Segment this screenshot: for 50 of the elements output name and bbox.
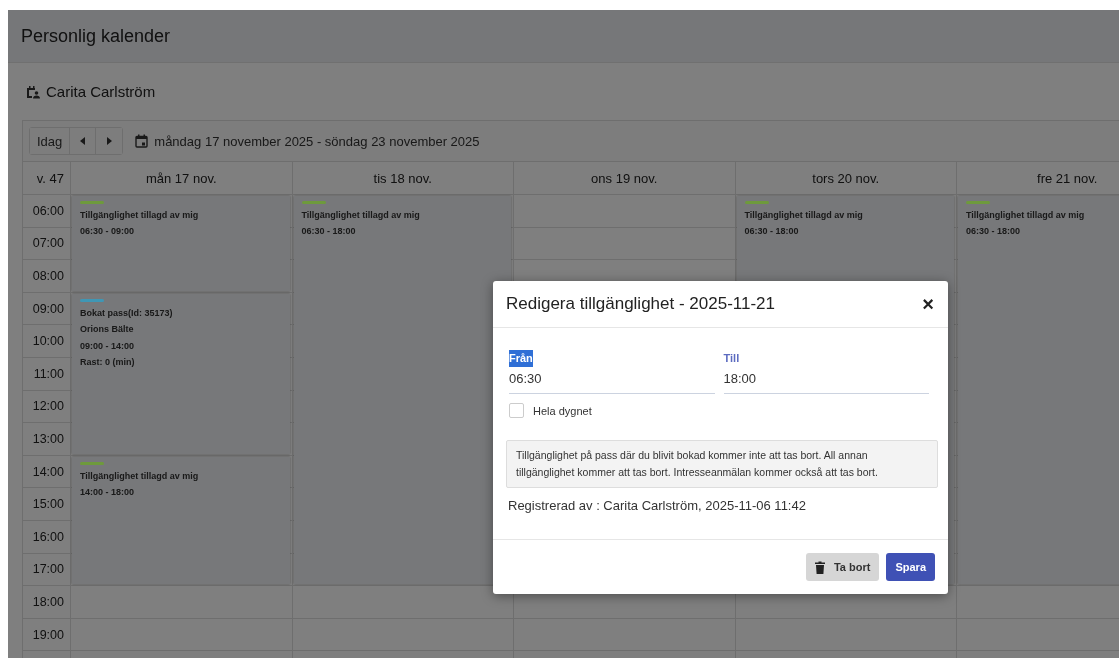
hour-label: 15:00: [23, 488, 70, 521]
event-title: Tillgänglighet tillagd av mig: [744, 209, 864, 222]
event-title: Tillgänglighet tillagd av mig: [80, 209, 200, 222]
hour-label: 08:00: [23, 260, 70, 293]
field-label: Till: [723, 351, 740, 366]
calendar-event[interactable]: Tillgänglighet tillagd av mig 06:30 - 18:00: [958, 196, 1119, 585]
hour-label: 19:00: [23, 618, 70, 652]
event-title: Bokat pass(Id: 35173): [80, 306, 174, 320]
calendar-event[interactable]: Tillgänglighet tillagd av mig 06:30 - 09:00: [72, 196, 290, 291]
event-note: Rast: 0 (min): [80, 356, 136, 370]
hour-label: 07:00: [23, 227, 70, 261]
hour-label: 18:00: [23, 586, 70, 619]
calendar-event[interactable]: Bokat pass(Id: 35173) Orions Bälte 09:00 - 14:00 Rast: 0 (min): [72, 293, 290, 454]
day-header: tis 18 nov.: [292, 162, 514, 195]
day-header: fre 21 nov.: [957, 162, 1119, 195]
date-range: måndag 17 november 2025 - söndag 23 november 2025: [154, 133, 480, 149]
close-button[interactable]: ×: [922, 292, 934, 316]
page-title: Personlig kalender: [21, 25, 171, 47]
delete-button[interactable]: Ta bort: [805, 553, 880, 581]
event-place: Orions Bälte: [80, 323, 135, 337]
hour-label: 11:00: [23, 357, 70, 391]
today-button[interactable]: Idag: [30, 128, 71, 154]
save-button[interactable]: Spara: [886, 553, 935, 581]
event-time: 06:30 - 09:00: [80, 225, 136, 238]
day-header: mån 17 nov.: [71, 162, 293, 195]
day-header: tors 20 nov.: [735, 162, 957, 195]
event-time: 06:30 - 18:00: [744, 225, 800, 238]
event-time: 14:00 - 18:00: [80, 485, 136, 499]
hour-label: 17:00: [23, 553, 70, 587]
hour-label: 16:00: [23, 520, 70, 554]
hour-label: 10:00: [23, 325, 70, 358]
event-title: Tillgänglighet tillagd av mig: [301, 209, 421, 222]
hour-label: 14:00: [23, 455, 70, 489]
hour-label: 13:00: [23, 423, 70, 456]
hour-label: 12:00: [23, 390, 70, 424]
calendar-event[interactable]: Tillgänglighet tillagd av mig 14:00 - 18:00: [72, 456, 290, 585]
event-time: 09:00 - 14:00: [80, 339, 136, 353]
checkbox-label: Hela dygnet: [533, 404, 592, 417]
registered-by: Registrerad av : Carita Carlström, 2025-11-06 11:42: [508, 498, 807, 513]
field-label: Från: [509, 350, 533, 367]
event-title: Tillgänglighet tillagd av mig: [966, 209, 1086, 222]
hour-label: 06:00: [23, 195, 70, 228]
person-name: Carita Carlström: [46, 83, 156, 100]
event-title: Tillgänglighet tillagd av mig: [80, 469, 200, 483]
week-number: v. 47: [23, 162, 71, 195]
hour-label: 09:00: [23, 292, 70, 326]
event-time: 06:30 - 18:00: [301, 225, 357, 238]
event-time: 06:30 - 18:00: [966, 225, 1022, 238]
day-header: ons 19 nov.: [514, 162, 736, 195]
info-message: Tillgänglighet på pass där du blivit bokad kommer inte att tas bort. All annan tillgänglighet kommer att tas bort. Intresseanmälan kommer också att tas bort.: [506, 440, 938, 488]
